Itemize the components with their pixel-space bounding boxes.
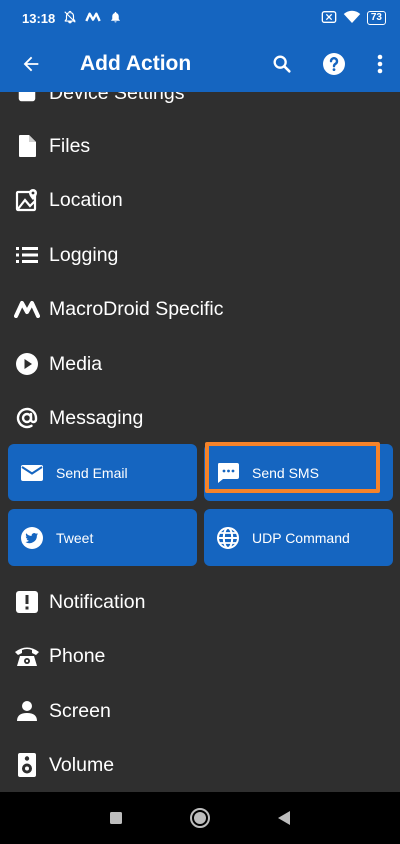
search-button[interactable]: [256, 36, 308, 92]
status-bar: 13:18 73: [0, 0, 400, 36]
more-options-button[interactable]: [360, 36, 400, 92]
macrodroid-icon: [0, 300, 49, 318]
category-media[interactable]: Media: [0, 337, 400, 391]
category-location[interactable]: Location: [0, 173, 400, 227]
back-arrow-icon: [23, 56, 39, 72]
back-button[interactable]: [0, 36, 62, 92]
category-volume[interactable]: Volume: [0, 738, 400, 792]
phone-icon: [0, 645, 49, 667]
tweet-action[interactable]: Tweet: [8, 509, 197, 566]
category-label: Media: [49, 352, 103, 375]
sim-off-icon: [321, 10, 337, 27]
status-time: 13:18: [22, 10, 56, 26]
category-phone[interactable]: Phone: [0, 629, 400, 683]
help-button[interactable]: [308, 36, 360, 92]
at-icon: [0, 406, 49, 430]
location-map-icon: [0, 188, 49, 212]
category-label: Volume: [49, 753, 115, 776]
category-messaging[interactable]: Messaging: [0, 391, 400, 445]
category-label: Phone: [49, 644, 106, 667]
tile-label: Tweet: [56, 529, 94, 546]
recents-icon: [110, 812, 122, 824]
bell-off-icon: [63, 10, 77, 27]
category-label: Notification: [49, 590, 146, 613]
tile-label: Send Email: [56, 464, 128, 481]
home-button[interactable]: [158, 792, 242, 844]
globe-icon: [204, 526, 252, 550]
category-label: Messaging: [49, 406, 144, 429]
back-nav-button[interactable]: [242, 792, 326, 844]
send-sms-action[interactable]: Send SMS: [204, 444, 393, 501]
category-logging[interactable]: Logging: [0, 228, 400, 282]
category-files[interactable]: Files: [0, 119, 400, 173]
bell-icon: [109, 10, 122, 27]
tile-label: Send SMS: [252, 464, 319, 481]
person-icon: [0, 700, 49, 722]
file-icon: [0, 134, 49, 158]
m-logo-icon: [85, 11, 101, 26]
tile-label: UDP Command: [252, 529, 350, 546]
category-screen[interactable]: Screen: [0, 684, 400, 738]
recents-button[interactable]: [74, 792, 158, 844]
wifi-icon: [343, 10, 361, 27]
back-triangle-icon: [278, 811, 290, 825]
category-label: Device Settings: [49, 92, 185, 104]
category-notification[interactable]: Notification: [0, 575, 400, 629]
search-icon: [273, 55, 291, 73]
more-vert-icon: [377, 54, 383, 74]
category-label: Files: [49, 134, 91, 157]
category-label: Logging: [49, 243, 119, 266]
category-label: Screen: [49, 699, 111, 722]
category-label: MacroDroid Specific: [49, 297, 224, 320]
home-icon: [190, 808, 210, 828]
send-email-action[interactable]: Send Email: [8, 444, 197, 501]
twitter-icon: [8, 526, 56, 550]
help-icon: [323, 53, 345, 75]
app-bar: Add Action: [0, 36, 400, 92]
category-label: Location: [49, 188, 123, 211]
category-device-settings[interactable]: Device Settings: [0, 92, 400, 120]
speaker-icon: [0, 753, 49, 777]
list-icon: [0, 246, 49, 264]
udp-command-action[interactable]: UDP Command: [204, 509, 393, 566]
email-icon: [8, 464, 56, 482]
device-settings-icon: [0, 92, 49, 104]
action-category-list[interactable]: Device Settings Files Location Logging M…: [0, 92, 400, 792]
category-macrodroid-specific[interactable]: MacroDroid Specific: [0, 282, 400, 336]
sms-icon: [204, 462, 252, 484]
battery-icon: 73: [366, 11, 386, 25]
system-nav-bar: [0, 792, 400, 844]
page-title: Add Action: [80, 52, 192, 75]
notification-icon: [0, 591, 49, 613]
play-icon: [0, 352, 49, 376]
